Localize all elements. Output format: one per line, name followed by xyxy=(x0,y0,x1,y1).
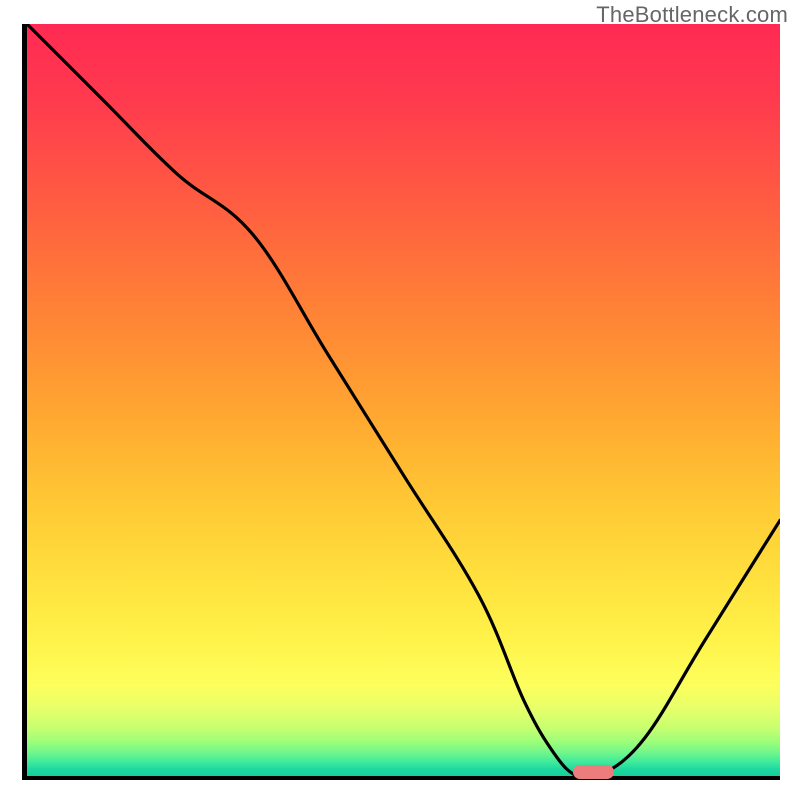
plot-area xyxy=(27,24,780,776)
optimal-range-marker xyxy=(573,765,614,779)
bottleneck-curve xyxy=(27,24,780,776)
chart-frame: TheBottleneck.com xyxy=(0,0,800,800)
